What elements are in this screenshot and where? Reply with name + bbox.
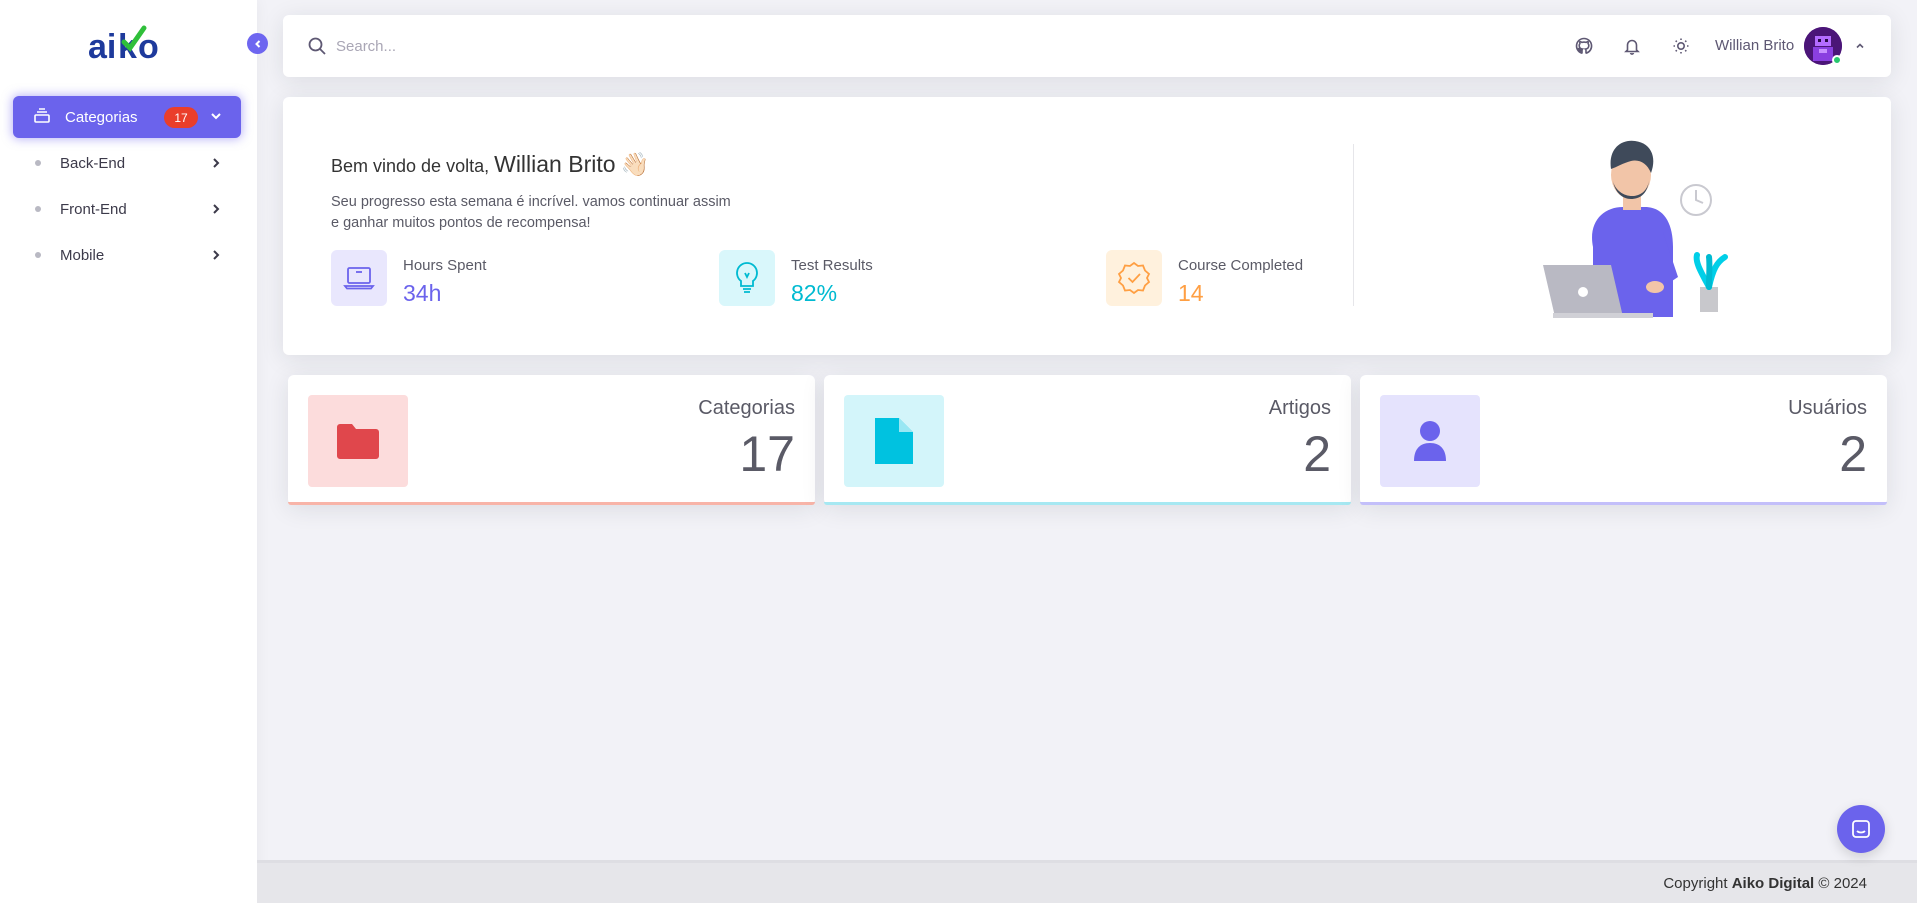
copyright-text: Copyright Aiko Digital © 2024 [1663, 875, 1867, 892]
card-value: 17 [739, 426, 795, 482]
layers-icon [33, 106, 51, 129]
progress-message-line: Seu progresso esta semana é incrível. va… [331, 194, 731, 210]
welcome-card: Bem vindo de volta, Willian Brito 👋🏻 Seu… [283, 97, 1891, 355]
sidebar-item-label: Front-End [60, 200, 127, 218]
stat-value: 82% [791, 280, 838, 306]
card-categorias[interactable]: Categorias 17 [288, 375, 815, 505]
sidebar: ai k o Categorias 17 Back-End Front-End [0, 0, 257, 903]
laptop-icon [331, 250, 387, 306]
sidebar-item-categorias[interactable]: Categorias 17 [13, 96, 241, 138]
chevron-down-icon [209, 109, 223, 128]
sidebar-item-label: Mobile [60, 246, 105, 264]
card-value: 2 [1839, 426, 1867, 482]
card-accent-bar [1360, 502, 1887, 505]
document-icon [844, 395, 944, 487]
top-navbar: Willian Brito [283, 15, 1891, 77]
card-label: Categorias [698, 397, 795, 419]
sidebar-item-front-end[interactable]: Front-End [13, 191, 241, 227]
divider [1353, 144, 1354, 306]
online-status-indicator [1832, 55, 1842, 65]
card-label: Artigos [1268, 397, 1331, 419]
folder-icon [308, 395, 408, 487]
chevron-up-icon[interactable] [1854, 39, 1866, 57]
count-badge: 17 [164, 107, 198, 128]
progress-message-line: e ganhar muitos pontos de recompensa! [331, 215, 591, 231]
github-icon[interactable] [1574, 36, 1594, 56]
stat-label: Hours Spent [403, 257, 487, 274]
stat-label: Test Results [791, 257, 873, 274]
lightbulb-icon [719, 250, 775, 306]
user-name[interactable]: Willian Brito [1715, 37, 1794, 54]
card-label: Usuários [1788, 397, 1867, 419]
person-with-laptop-illustration [1513, 137, 1753, 322]
waving-hand-icon: 👋🏻 [620, 151, 650, 177]
sidebar-item-label: Categorias [65, 108, 138, 126]
bullet-icon [35, 206, 41, 212]
sidebar-item-label: Back-End [60, 154, 126, 172]
sidebar-item-mobile[interactable]: Mobile [13, 237, 241, 273]
card-value: 2 [1303, 426, 1331, 482]
card-usuarios[interactable]: Usuários 2 [1360, 375, 1887, 505]
sidebar-collapse-button[interactable] [247, 33, 268, 54]
badge-check-icon [1106, 250, 1162, 306]
stat-label: Course Completed [1178, 257, 1304, 274]
sun-icon[interactable] [1671, 36, 1691, 56]
user-icon [1380, 395, 1480, 487]
chevron-right-icon [209, 156, 223, 174]
svg-text:ai: ai [88, 28, 116, 64]
progress-message: Seu progresso esta semana é incrível. va… [331, 192, 761, 234]
stat-value: 14 [1178, 280, 1204, 306]
copyright-year: © 2024 [1818, 875, 1867, 892]
copyright-label: Copyright [1663, 875, 1728, 892]
card-accent-bar [824, 502, 1351, 505]
footer: Copyright Aiko Digital © 2024 [257, 860, 1917, 903]
stat-value: 34h [403, 280, 442, 306]
chat-button[interactable] [1837, 805, 1885, 853]
bell-icon[interactable] [1622, 36, 1642, 56]
card-accent-bar [288, 502, 815, 505]
sidebar-item-back-end[interactable]: Back-End [13, 145, 241, 181]
company-name: Aiko Digital [1731, 875, 1815, 892]
bullet-icon [35, 160, 41, 166]
chevron-right-icon [209, 202, 223, 220]
search-icon [307, 36, 327, 61]
bullet-icon [35, 252, 41, 258]
search-input[interactable] [336, 33, 836, 59]
chevron-right-icon [209, 248, 223, 266]
user-name-heading: Willian Brito [494, 151, 616, 177]
aiko-logo[interactable]: ai k o [88, 22, 168, 66]
welcome-heading: Bem vindo de volta, Willian Brito 👋🏻 [331, 151, 649, 178]
card-artigos[interactable]: Artigos 2 [824, 375, 1351, 505]
greeting-text: Bem vindo de volta, [331, 156, 490, 176]
